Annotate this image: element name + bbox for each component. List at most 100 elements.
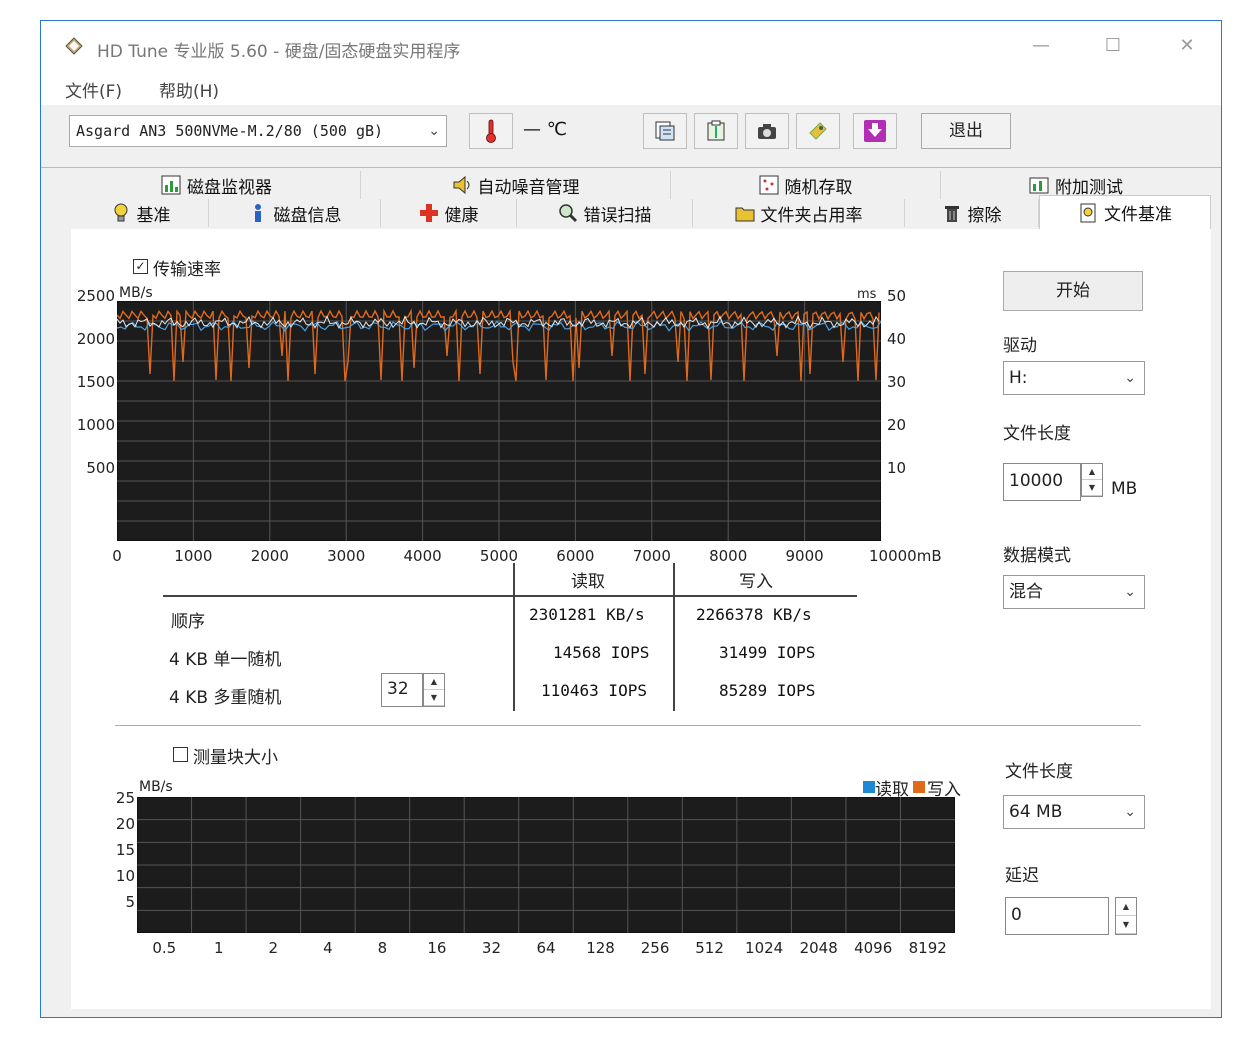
- right-axis-tick-label: 50: [887, 287, 907, 305]
- tab-label: 基准: [136, 205, 171, 226]
- down-arrow-icon[interactable]: ▼: [424, 690, 444, 706]
- transfer-rate-checkbox[interactable]: ✓: [133, 259, 148, 274]
- options-button[interactable]: [796, 113, 840, 149]
- folder-icon: [735, 203, 755, 223]
- data-mode-dropdown[interactable]: 混合 ⌄: [1003, 575, 1145, 609]
- x-axis-tick-label: 2000: [250, 547, 289, 565]
- block-y-tick-label: 15: [115, 841, 135, 859]
- data-mode-label: 数据模式: [1003, 546, 1071, 566]
- chevron-down-icon: ⌄: [1124, 370, 1136, 386]
- tab-folder-usage[interactable]: 文件夹占用率: [693, 199, 905, 227]
- random-access-icon: [759, 175, 779, 195]
- trash-icon: [942, 203, 962, 223]
- block-x-tick-label: 128: [586, 939, 615, 957]
- section-separator: [115, 725, 1141, 726]
- block-x-tick-label: 4: [323, 939, 333, 957]
- drive-select[interactable]: Asgard AN3 500NVMe-M.2/80 (500 gB) ⌄: [69, 115, 447, 147]
- queue-depth-input[interactable]: 32: [381, 673, 423, 707]
- row-4kb-multi-label: 4 KB 多重随机: [169, 688, 282, 708]
- left-axis-unit: MB/s: [119, 285, 153, 301]
- block-x-tick-label: 1: [214, 939, 224, 957]
- block-x-tick-label: 1024: [745, 939, 784, 957]
- block-y-tick-label: 20: [115, 815, 135, 833]
- right-axis-tick-label: 30: [887, 373, 907, 391]
- info-icon: [248, 203, 268, 223]
- left-axis-tick-label: 2500: [76, 287, 115, 305]
- block-x-tick-label: 8: [377, 939, 388, 957]
- row-4kb-single-write: 31499 IOPS: [719, 643, 816, 662]
- copy-info-button[interactable]: [694, 113, 738, 149]
- x-axis-tick-label: 1000: [174, 547, 213, 565]
- tab-random-access[interactable]: 随机存取: [671, 171, 941, 199]
- download-icon: [864, 120, 886, 142]
- bar-chart-icon: [161, 175, 181, 195]
- window-title: HD Tune 专业版 5.60 - 硬盘/固态硬盘实用程序: [97, 42, 461, 62]
- file-length-stepper[interactable]: ▲ ▼: [1081, 463, 1103, 497]
- file-length-input[interactable]: 10000: [1003, 463, 1081, 501]
- up-arrow-icon[interactable]: ▲: [1082, 464, 1102, 480]
- save-button[interactable]: [853, 113, 897, 149]
- block-size-checkbox[interactable]: [173, 747, 188, 762]
- screenshot-button[interactable]: [745, 113, 789, 149]
- x-axis-tick-label: 8000: [709, 547, 748, 565]
- tab-label: 文件夹占用率: [760, 205, 863, 226]
- drive-dropdown[interactable]: H: ⌄: [1003, 361, 1145, 395]
- tab-file-benchmark[interactable]: 文件基准: [1039, 195, 1211, 229]
- block-y-tick-label: 10: [115, 867, 135, 885]
- tab-label: 健康: [444, 205, 479, 226]
- tab-erase[interactable]: 擦除: [905, 199, 1039, 227]
- block-size-label: 测量块大小: [193, 748, 278, 768]
- delay-stepper[interactable]: ▲ ▼: [1115, 897, 1137, 935]
- close-button[interactable]: ✕: [1169, 33, 1205, 59]
- up-arrow-icon[interactable]: ▲: [1116, 898, 1136, 916]
- tab-disk-monitor[interactable]: 磁盘监视器: [73, 171, 361, 199]
- health-cross-icon: [419, 203, 439, 223]
- block-x-tick-label: 0.5: [152, 939, 177, 957]
- title-bar: HD Tune 专业版 5.60 - 硬盘/固态硬盘实用程序 — ☐ ✕: [41, 21, 1221, 71]
- start-button[interactable]: 开始: [1003, 271, 1143, 311]
- queue-depth-stepper[interactable]: ▲ ▼: [423, 673, 445, 707]
- tab-label: 自动噪音管理: [477, 177, 580, 198]
- drive-label: 驱动: [1003, 336, 1037, 356]
- tab-health[interactable]: 健康: [381, 199, 517, 227]
- up-arrow-icon[interactable]: ▲: [424, 674, 444, 690]
- tab-label: 文件基准: [1104, 205, 1172, 225]
- block-file-length-dropdown[interactable]: 64 MB ⌄: [1003, 795, 1145, 829]
- tab-noise-management[interactable]: 自动噪音管理: [361, 171, 671, 199]
- write-header: 写入: [739, 572, 773, 592]
- thermometer-icon: [486, 119, 496, 143]
- block-y-tick-label: 25: [115, 789, 135, 807]
- tab-disk-info[interactable]: 磁盘信息: [209, 199, 381, 227]
- tab-error-scan[interactable]: 错误扫描: [517, 199, 693, 227]
- row-4kb-multi-read: 110463 IOPS: [541, 681, 647, 700]
- menu-help[interactable]: 帮助(H): [159, 77, 219, 102]
- left-axis-tick-label: 500: [86, 459, 115, 477]
- block-x-tick-label: 2: [268, 939, 279, 957]
- tab-label: 擦除: [967, 205, 1002, 226]
- magnifier-icon: [558, 203, 578, 223]
- legend-write-swatch: [913, 781, 925, 793]
- delay-input[interactable]: 0: [1005, 897, 1109, 935]
- row-4kb-multi-write: 85289 IOPS: [719, 681, 816, 700]
- tab-benchmark[interactable]: 基准: [73, 199, 209, 227]
- row-sequential-read: 2301281 KB/s: [529, 605, 645, 624]
- menu-file[interactable]: 文件(F): [65, 77, 122, 102]
- block-size-chart: [137, 797, 955, 933]
- copy-text-button[interactable]: [643, 113, 687, 149]
- block-x-tick-label: 16: [427, 939, 447, 957]
- temperature-button[interactable]: [469, 113, 513, 149]
- tab-row-bottom: 基准 磁盘信息 健康 错误扫描 文件夹占用率 擦除 文件基准: [73, 195, 1211, 229]
- tab-label: 随机存取: [784, 177, 853, 198]
- maximize-button[interactable]: ☐: [1095, 33, 1131, 59]
- block-axis-unit: MB/s: [139, 779, 173, 795]
- exit-button[interactable]: 退出: [921, 113, 1011, 149]
- left-axis-tick-label: 2000: [76, 330, 115, 348]
- read-header: 读取: [571, 572, 605, 592]
- block-x-tick-label: 64: [536, 939, 556, 957]
- down-arrow-icon[interactable]: ▼: [1116, 916, 1136, 934]
- drive-dropdown-value: H:: [1009, 368, 1028, 388]
- down-arrow-icon[interactable]: ▼: [1082, 480, 1102, 496]
- x-axis-tick-label: 3000: [327, 547, 366, 565]
- minimize-button[interactable]: —: [1023, 33, 1059, 59]
- transfer-rate-label: 传输速率: [153, 260, 221, 280]
